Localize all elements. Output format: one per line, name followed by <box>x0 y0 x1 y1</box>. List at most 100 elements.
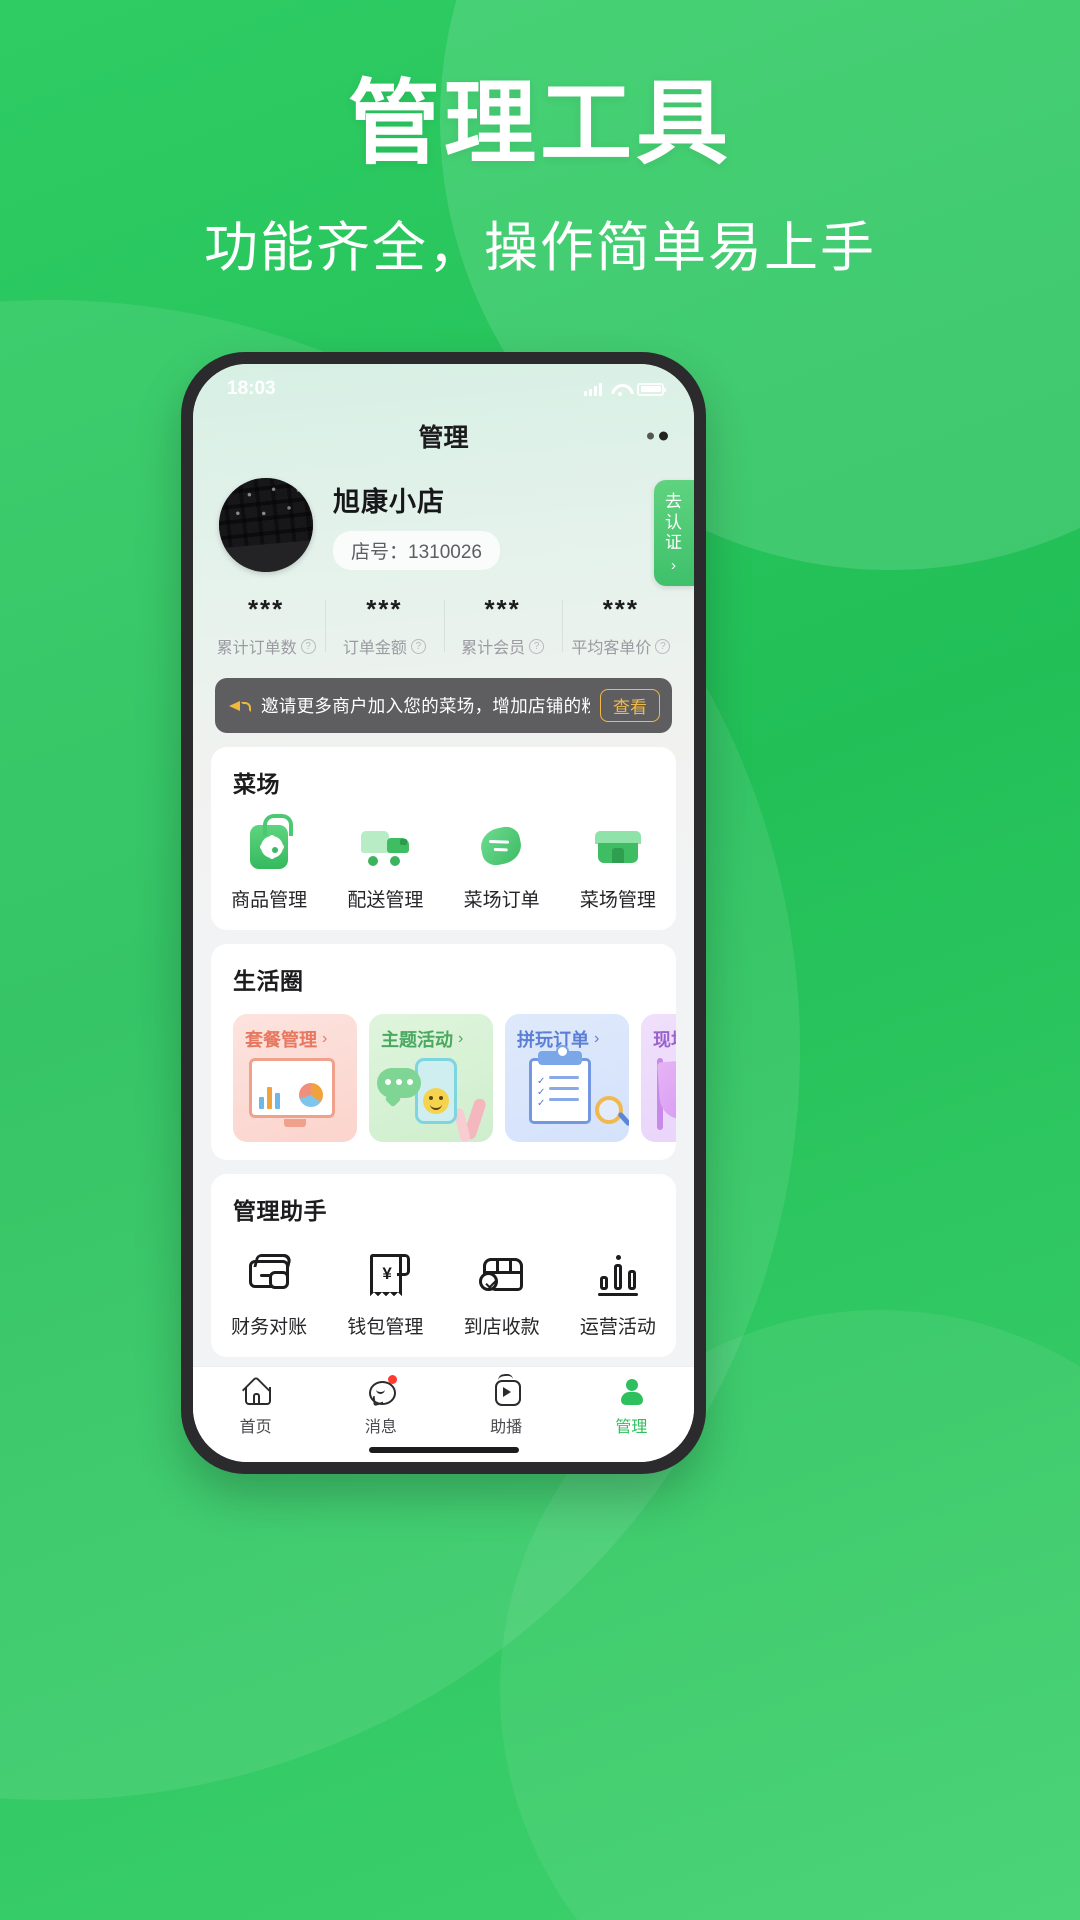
life-circle-card-row[interactable]: 套餐管理 › 主题活动 › 拼玩订单 › ✓ ✓ ✓ 现 <box>211 1014 676 1142</box>
grid-item-label: 钱包管理 <box>347 1317 424 1338</box>
assistant-item-finance[interactable]: 财务对账 <box>211 1246 327 1339</box>
assistant-item-operations[interactable]: 运营活动 <box>560 1246 676 1339</box>
flag-icon <box>641 1052 676 1142</box>
stat-item-orders[interactable]: *** 累计订单数 ? <box>207 594 325 658</box>
receipt-yuan-icon: ¥ <box>358 1246 412 1301</box>
storefront-check-icon <box>475 1246 529 1300</box>
leaf-receipt-icon <box>475 819 529 873</box>
section-market: 菜场 商品管理 配送管理 菜场订单 菜场管理 <box>211 747 676 930</box>
verify-button-label: 去认证 <box>665 492 683 553</box>
question-mark-icon[interactable]: ? <box>529 638 545 654</box>
question-mark-icon[interactable]: ? <box>300 638 316 654</box>
stat-label: 累计订单数 ? <box>207 634 325 658</box>
app-nav-bar: 管理 <box>193 408 694 464</box>
market-item-market-manage[interactable]: 菜场管理 <box>560 819 676 912</box>
life-card-label: 主题活动 <box>381 1030 453 1050</box>
notification-badge <box>387 1375 397 1384</box>
tab-label: 助播 <box>490 1419 523 1436</box>
megaphone-icon <box>229 697 251 715</box>
live-broadcast-icon <box>491 1373 522 1406</box>
assistant-grid: 财务对账 ¥ 钱包管理 到店收款 运营活动 <box>211 1246 676 1339</box>
promo-text-block: 管理工具 功能齐全，操作简单易上手 <box>0 70 1080 282</box>
stat-label: 订单金额 ? <box>325 634 443 658</box>
market-item-orders[interactable]: 菜场订单 <box>444 819 560 912</box>
stat-value: *** <box>484 594 521 624</box>
chevron-right-icon: › <box>458 1030 464 1047</box>
shopping-bag-gear-icon <box>242 814 296 873</box>
wifi-icon <box>611 383 628 396</box>
life-card-theme-activity[interactable]: 主题活动 › <box>369 1014 493 1142</box>
tab-broadcast[interactable]: 助播 <box>444 1367 569 1446</box>
grid-item-label: 财务对账 <box>231 1317 308 1338</box>
store-id-badge: 店号：1310026 <box>333 531 500 570</box>
stat-item-members[interactable]: *** 累计会员 ? <box>443 594 562 658</box>
life-card-group-order[interactable]: 拼玩订单 › ✓ ✓ ✓ <box>505 1014 629 1142</box>
stat-label: 平均客单价 ? <box>562 634 680 658</box>
stat-value: *** <box>602 594 640 624</box>
status-bar: 18:03 <box>193 364 694 408</box>
message-icon <box>366 1375 397 1406</box>
question-mark-icon[interactable]: ? <box>410 638 426 654</box>
question-mark-icon[interactable]: ? <box>655 638 671 654</box>
assistant-item-instore-payment[interactable]: 到店收款 <box>444 1246 560 1339</box>
chevron-right-icon: › <box>322 1030 328 1047</box>
phone-mockup: 18:03 管理 旭康小店 店号：1310026 去认证 › *** 累计订单数… <box>181 352 706 1474</box>
tab-home[interactable]: 首页 <box>193 1367 318 1446</box>
life-card-label: 拼玩订单 <box>517 1030 589 1050</box>
status-bar-indicators <box>584 382 666 396</box>
wallet-outline-icon <box>242 1246 296 1300</box>
store-profile-info: 旭康小店 店号：1310026 <box>333 480 668 570</box>
monitor-chart-icon <box>233 1052 357 1142</box>
stats-row: *** 累计订单数 ? *** 订单金额 ? *** 累计会员 ? *** 平均… <box>193 572 694 674</box>
chat-phone-smiley-icon <box>369 1052 493 1142</box>
store-name: 旭康小店 <box>333 487 445 517</box>
promo-subtitle: 功能齐全，操作简单易上手 <box>204 217 876 278</box>
user-manage-icon <box>616 1376 646 1406</box>
life-card-head: 主题活动 › <box>369 1014 493 1052</box>
life-card-label: 现场活动 <box>653 1030 676 1050</box>
market-item-product-manage[interactable]: 商品管理 <box>211 814 327 912</box>
grid-item-label: 运营活动 <box>579 1317 656 1338</box>
bar-chart-icon <box>591 1246 645 1300</box>
assistant-item-wallet[interactable]: ¥ 钱包管理 <box>327 1246 443 1339</box>
announcement-banner[interactable]: 邀请更多商户加入您的菜场，增加店铺的粉丝和订单量。 查看 <box>215 678 672 733</box>
tab-messages[interactable]: 消息 <box>318 1367 443 1446</box>
chevron-right-icon: › <box>594 1030 600 1047</box>
life-card-onsite-activity[interactable]: 现场活动 › <box>641 1014 676 1142</box>
section-management-assistant: 管理助手 财务对账 ¥ 钱包管理 到店收款 运营活动 <box>211 1174 676 1357</box>
page-title: 管理 <box>418 424 469 452</box>
life-card-head: 套餐管理 › <box>233 1014 357 1052</box>
status-bar-time: 18:03 <box>227 378 276 399</box>
grid-item-label: 菜场订单 <box>463 890 540 911</box>
verify-button[interactable]: 去认证 › <box>654 480 694 586</box>
avatar[interactable] <box>219 478 313 572</box>
stat-label: 累计会员 ? <box>444 634 562 658</box>
life-card-package-manage[interactable]: 套餐管理 › <box>233 1014 357 1142</box>
app-scroll-area[interactable]: 18:03 管理 旭康小店 店号：1310026 去认证 › *** 累计订单数… <box>193 364 694 1366</box>
battery-icon <box>637 382 666 396</box>
home-indicator <box>368 1447 519 1453</box>
section-title-life-circle: 生活圈 <box>233 968 304 994</box>
market-grid: 商品管理 配送管理 菜场订单 菜场管理 <box>211 814 676 912</box>
market-item-delivery-manage[interactable]: 配送管理 <box>327 819 443 912</box>
announcement-view-button[interactable]: 查看 <box>600 689 660 722</box>
section-life-circle: 生活圈 套餐管理 › 主题活动 › 拼玩订单 › ✓ ✓ ✓ 现 <box>211 944 676 1160</box>
grid-item-label: 菜场管理 <box>579 890 656 911</box>
life-card-head: 现场活动 › <box>641 1014 676 1052</box>
stat-item-avg-price[interactable]: *** 平均客单价 ? <box>561 594 680 658</box>
stat-item-amount[interactable]: *** 订单金额 ? <box>325 594 443 658</box>
tab-label: 消息 <box>364 1419 397 1436</box>
store-profile[interactable]: 旭康小店 店号：1310026 去认证 › <box>193 464 694 586</box>
phone-screen: 18:03 管理 旭康小店 店号：1310026 去认证 › *** 累计订单数… <box>193 364 694 1462</box>
clipboard-magnifier-icon: ✓ ✓ ✓ <box>505 1045 629 1142</box>
storefront-icon <box>591 819 645 873</box>
tab-label: 管理 <box>615 1419 648 1436</box>
home-icon <box>241 1376 271 1406</box>
tab-manage[interactable]: 管理 <box>569 1367 694 1446</box>
promo-title: 管理工具 <box>347 73 732 175</box>
more-dots-icon[interactable] <box>647 431 668 441</box>
grid-item-label: 到店收款 <box>463 1317 540 1338</box>
stat-value: *** <box>366 594 403 624</box>
delivery-truck-icon <box>358 819 412 873</box>
grid-item-label: 配送管理 <box>347 890 424 911</box>
